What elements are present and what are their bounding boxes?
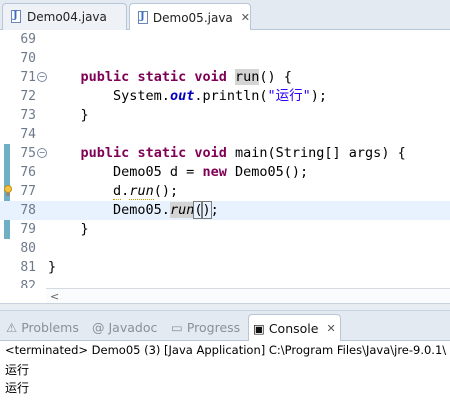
problems-icon: ⚠ [6, 319, 18, 335]
fold-toggle-icon[interactable]: − [37, 72, 47, 82]
java-file-icon: J [9, 10, 23, 24]
tab-progress[interactable]: ▭ Progress [171, 315, 240, 339]
code-text: } [48, 221, 89, 237]
views-tab-bar: ⚠ Problems @ Javadoc ▭ Progress ▣ Consol… [0, 311, 450, 341]
tab-label: Demo05.java [152, 10, 233, 25]
code-text: } [48, 259, 57, 275]
line-number: 72 [20, 89, 36, 104]
method-name: run [235, 69, 260, 85]
line-number: 77 [20, 184, 36, 199]
console-status: <terminated> Demo05 (3) [Java Applicatio… [5, 343, 447, 357]
line-number: 70 [20, 51, 36, 66]
console-line: 运行 [5, 381, 30, 395]
line-number: 80 [20, 241, 36, 256]
tab-problems[interactable]: ⚠ Problems [6, 315, 79, 339]
tab-label: Demo04.java [27, 10, 107, 24]
code-text: System.out.println("运行"); [113, 88, 328, 104]
code-line: 70 [0, 49, 450, 68]
code-line: 71 − public static void run() { [0, 68, 450, 87]
scroll-left-icon[interactable]: < [50, 289, 59, 304]
line-number: 75 [20, 146, 36, 161]
code-line: 72 System.out.println("运行"); [0, 87, 450, 106]
code-text: } [48, 107, 89, 123]
line-number: 78 [20, 203, 36, 218]
horizontal-scrollbar[interactable]: < [46, 288, 450, 303]
tab-console[interactable]: ▣ Console ✕ [248, 314, 341, 341]
code-line: 76 Demo05 d = new Demo05(); [0, 163, 450, 182]
code-editor[interactable]: 69 70 71 − public static void run() { 72… [0, 30, 450, 288]
console-icon: ▣ [253, 320, 265, 336]
code-text: public static void run() { [80, 69, 292, 85]
line-number: 76 [20, 165, 36, 180]
tab-demo05[interactable]: J Demo05.java ✕ [129, 3, 251, 31]
line-number: 82 [20, 279, 36, 288]
line-number: 79 [20, 222, 36, 237]
line-number: 73 [20, 108, 36, 123]
editor-tab-bar: J Demo04.java J Demo05.java ✕ [0, 0, 450, 31]
close-icon[interactable]: ✕ [241, 11, 250, 24]
fold-toggle-icon[interactable]: − [37, 148, 47, 158]
code-line: 82 [0, 277, 450, 288]
console-output[interactable]: <terminated> Demo05 (3) [Java Applicatio… [0, 341, 450, 407]
progress-icon: ▭ [171, 319, 183, 335]
code-text: d.run(); [113, 183, 179, 200]
javadoc-icon: @ [92, 319, 105, 335]
close-icon[interactable]: ✕ [326, 322, 335, 335]
console-line: 运行 [5, 363, 30, 377]
tab-demo04[interactable]: J Demo04.java [2, 3, 127, 30]
code-line: 77 d.run(); [0, 182, 450, 201]
code-line: 75 − public static void main(String[] ar… [0, 144, 450, 163]
code-text: public static void main(String[] args) { [80, 145, 406, 161]
tab-javadoc[interactable]: @ Javadoc [92, 315, 157, 339]
current-code-line: 78 Demo05.run(); [0, 201, 450, 220]
code-text: Demo05 d = new Demo05(); [113, 164, 309, 180]
java-file-icon: J [136, 10, 149, 25]
line-number: 71 [20, 70, 36, 85]
code-text: Demo05.run(); [113, 201, 219, 219]
line-number: 74 [20, 127, 36, 142]
code-line: 69 [0, 30, 450, 49]
code-line: 79 } [0, 220, 450, 239]
code-line: 81 } [0, 258, 450, 277]
code-line: 74 [0, 125, 450, 144]
line-number: 81 [20, 260, 36, 275]
pane-divider[interactable] [0, 303, 450, 311]
line-number: 69 [20, 32, 36, 47]
code-line: 80 [0, 239, 450, 258]
code-line: 73 } [0, 106, 450, 125]
